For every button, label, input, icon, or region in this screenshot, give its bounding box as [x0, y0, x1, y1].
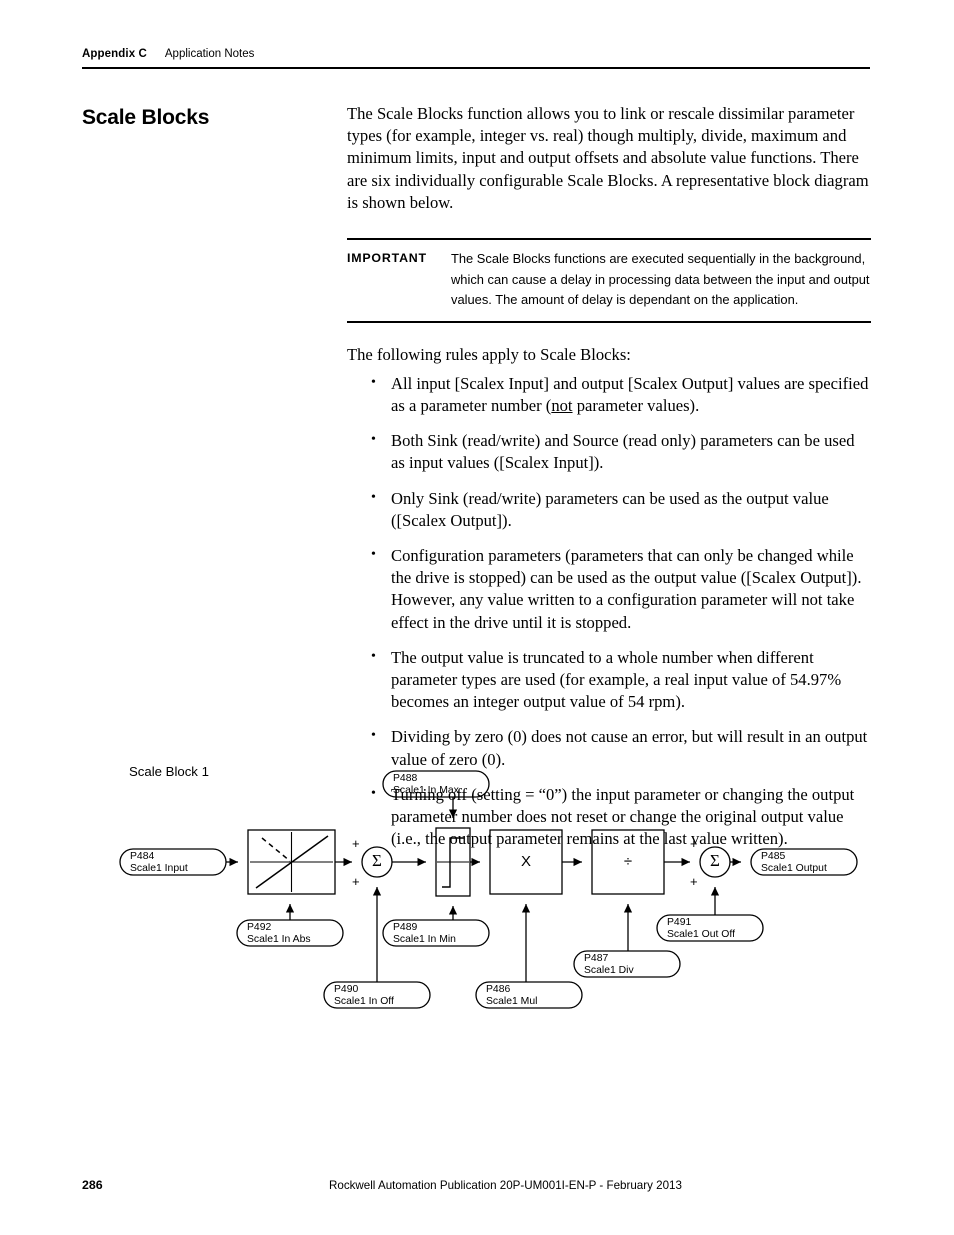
header-subtitle-label: Application Notes: [164, 48, 255, 60]
rule-text-pre: The output value is truncated to a whole…: [391, 647, 842, 712]
pill-output-label: P485 Scale1 Output: [761, 851, 827, 876]
pill-div-name: Scale1 Div: [584, 965, 634, 977]
header-divider: [82, 67, 870, 69]
page-title: Scale Blocks: [82, 106, 210, 129]
sum-junction-input-glyph: Σ: [372, 851, 382, 870]
footer-page-number: 286: [82, 1178, 103, 1192]
pill-div-param: P487: [584, 953, 609, 964]
divide-glyph: ÷: [623, 853, 633, 870]
pill-in-max-param: P488: [393, 773, 418, 784]
page-header: Appendix C Application Notes: [82, 48, 870, 78]
pill-in-off-param: P490: [334, 984, 359, 995]
pill-in-max-name: Scale1 In Max: [393, 785, 459, 797]
pill-output-param: P485: [761, 851, 786, 862]
header-appendix-label: Appendix C: [82, 48, 147, 60]
rule-text-post: parameter values).: [572, 395, 700, 415]
footer-publication: Rockwell Automation Publication 20P-UM00…: [329, 1179, 682, 1192]
list-item: Dividing by zero (0) does not cause an e…: [347, 725, 871, 770]
pill-out-off-param: P491: [667, 917, 692, 928]
abs-value-block: [247, 829, 336, 895]
list-item: Only Sink (read/write) parameters can be…: [347, 487, 871, 532]
sum-junction-output-glyph: Σ: [710, 851, 720, 870]
list-item: Both Sink (read/write) and Source (read …: [347, 429, 871, 474]
pill-in-max-label: P488 Scale1 In Max: [393, 773, 459, 798]
pill-in-abs-name: Scale1 In Abs: [247, 934, 311, 946]
pill-div-label: P487 Scale1 Div: [584, 953, 634, 978]
abs-identity-line: [255, 835, 329, 889]
pill-in-min-name: Scale1 In Min: [393, 934, 456, 946]
rule-text-pre: Only Sink (read/write) parameters can be…: [391, 488, 829, 530]
pill-mul-label: P486 Scale1 Mul: [486, 984, 537, 1009]
rule-text-pre: Both Sink (read/write) and Source (read …: [391, 431, 855, 473]
important-text: The Scale Blocks functions are executed …: [451, 251, 870, 308]
list-item: The output value is truncated to a whole…: [347, 646, 871, 714]
sum2-plus-top-sign: +: [690, 836, 698, 851]
pill-input-param: P484: [130, 851, 155, 862]
abs-mirror-dashed-line: [261, 837, 291, 862]
pill-in-min-param: P489: [393, 922, 418, 933]
list-item: Configuration parameters (parameters tha…: [347, 544, 871, 634]
pill-input-label: P484 Scale1 Input: [130, 851, 188, 876]
pill-in-abs-param: P492: [247, 922, 272, 933]
list-item: All input [Scalex Input] and output [Sca…: [347, 372, 871, 417]
pill-input-name: Scale1 Input: [130, 863, 188, 875]
sum1-plus-bottom-sign: +: [352, 874, 360, 889]
rule-text-underline: not: [551, 395, 573, 415]
pill-out-off-name: Scale1 Out Off: [667, 929, 735, 941]
pill-in-off-name: Scale1 In Off: [334, 996, 394, 1008]
intro-paragraph: The Scale Blocks function allows you to …: [347, 104, 869, 212]
pill-in-off-label: P490 Scale1 In Off: [334, 984, 394, 1009]
rule-text-pre: Turning off (setting = “0”) the input pa…: [391, 784, 855, 849]
pill-in-abs-label: P492 Scale1 In Abs: [247, 922, 311, 947]
pill-output-name: Scale1 Output: [761, 863, 827, 875]
pill-mul-param: P486: [486, 984, 511, 995]
multiply-glyph: X: [520, 853, 531, 870]
pill-in-min-label: P489 Scale1 In Min: [393, 922, 456, 947]
header-line: Appendix C Application Notes: [82, 48, 870, 60]
rules-intro-text: The following rules apply to Scale Block…: [347, 344, 631, 364]
pill-out-off-label: P491 Scale1 Out Off: [667, 917, 735, 942]
sum2-plus-bottom-sign: +: [690, 874, 698, 889]
rule-text-pre: Dividing by zero (0) does not cause an e…: [391, 727, 868, 769]
pill-mul-name: Scale1 Mul: [486, 996, 538, 1008]
body-column: The Scale Blocks function allows you to …: [347, 103, 871, 863]
rule-text-pre: Configuration parameters (parameters tha…: [391, 545, 862, 632]
sum1-plus-top-sign: +: [352, 836, 360, 851]
important-callout: IMPORTANT The Scale Blocks functions are…: [347, 238, 871, 323]
diagram-caption: Scale Block 1: [129, 764, 209, 779]
important-label: IMPORTANT: [347, 251, 427, 266]
